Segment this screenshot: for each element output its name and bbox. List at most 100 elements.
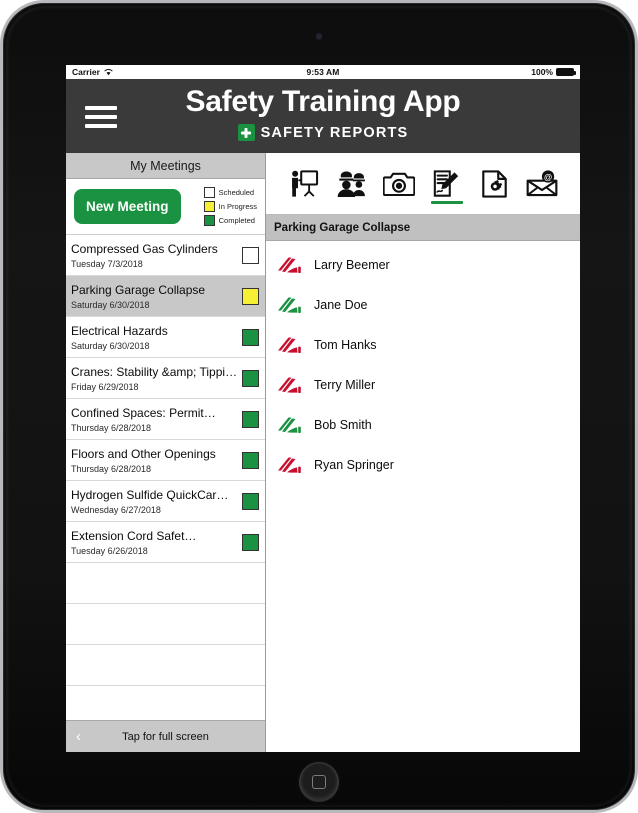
legend-item: Completed xyxy=(203,215,257,226)
battery-full-icon xyxy=(556,68,576,76)
active-tab-underline xyxy=(430,201,463,204)
meeting-date: Saturday 6/30/2018 xyxy=(71,340,150,351)
meeting-row-text: Compressed Gas Cylinders Tuesday 7/3/2018 xyxy=(69,242,238,269)
meeting-title: Hydrogen Sulfide QuickCar… xyxy=(71,487,229,502)
app-header: Safety Training App SAFETY REPORTS xyxy=(66,79,580,153)
meeting-status-badge xyxy=(242,410,259,428)
meeting-date: Thursday 6/28/2018 xyxy=(71,463,152,474)
legend-label: In Progress xyxy=(218,202,257,211)
meeting-status-badge xyxy=(242,451,259,469)
meeting-row-text: Extension Cord Safet… Tuesday 6/26/2018 xyxy=(69,529,238,556)
brand-lockup: SAFETY REPORTS xyxy=(66,124,580,141)
meeting-status-badge xyxy=(242,328,259,346)
home-button-icon[interactable] xyxy=(299,762,339,802)
meeting-date: Tuesday 6/26/2018 xyxy=(71,545,148,556)
content-area: My Meetings New Meeting Scheduled In Prog… xyxy=(66,153,580,752)
signer-name: Jane Doe xyxy=(314,298,368,312)
meeting-date: Tuesday 7/3/2018 xyxy=(71,258,143,269)
hamburger-line xyxy=(85,106,117,110)
brand-name: SAFETY REPORTS xyxy=(260,124,409,141)
meeting-row[interactable]: Compressed Gas Cylinders Tuesday 7/3/2018 xyxy=(66,235,265,276)
meeting-row-empty xyxy=(66,645,265,686)
document-gear-icon[interactable] xyxy=(474,161,514,207)
meeting-date: Thursday 6/28/2018 xyxy=(71,422,152,433)
fullscreen-label: Tap for full screen xyxy=(122,730,209,743)
meeting-row-text: Floors and Other Openings Thursday 6/28/2… xyxy=(69,447,238,474)
signature-mark-icon xyxy=(276,295,302,315)
signature-mark-icon xyxy=(276,375,302,395)
attendees-hardhat-icon[interactable] xyxy=(331,161,371,207)
signature-row[interactable]: Jane Doe xyxy=(266,285,580,325)
app-title: Safety Training App xyxy=(185,85,461,118)
legend-swatch xyxy=(203,187,215,198)
meeting-row[interactable]: Parking Garage Collapse Saturday 6/30/201… xyxy=(66,276,265,317)
status-bar: Carrier 9:53 AM 100% xyxy=(66,65,580,79)
tablet-device-frame: Carrier 9:53 AM 100% Safety Training App xyxy=(0,0,638,813)
meeting-detail-pane: @ Parking Garage Collapse Larry Beemer Ja… xyxy=(266,153,580,752)
tablet-screen: Carrier 9:53 AM 100% Safety Training App xyxy=(66,65,580,752)
meeting-row-text: Electrical Hazards Saturday 6/30/2018 xyxy=(69,324,238,351)
legend-item: In Progress xyxy=(203,201,257,212)
signer-name: Terry Miller xyxy=(314,378,376,392)
signer-name: Ryan Springer xyxy=(314,458,394,472)
legend-swatch xyxy=(203,215,215,226)
fullscreen-toggle-bar[interactable]: ‹ Tap for full screen xyxy=(66,720,265,752)
hamburger-line xyxy=(85,124,117,128)
meeting-row[interactable]: Cranes: Stability &amp; Tippi… Friday 6/2… xyxy=(66,358,265,399)
signer-name: Larry Beemer xyxy=(314,258,390,272)
meeting-row-text: Cranes: Stability &amp; Tippi… Friday 6/2… xyxy=(69,365,238,392)
signature-mark-icon xyxy=(276,415,302,435)
legend-swatch xyxy=(203,201,215,212)
detail-icon-toolbar[interactable]: @ xyxy=(266,153,580,215)
legend-label: Completed xyxy=(218,216,255,225)
meeting-row-text: Hydrogen Sulfide QuickCar… Wednesday 6/27… xyxy=(69,488,238,515)
meeting-list[interactable]: Compressed Gas Cylinders Tuesday 7/3/2018… xyxy=(66,235,265,720)
meetings-sidebar: My Meetings New Meeting Scheduled In Prog… xyxy=(66,153,266,752)
signature-mark-icon xyxy=(276,455,302,475)
signer-name: Bob Smith xyxy=(314,418,372,432)
legend-label: Scheduled xyxy=(218,188,255,197)
signature-row[interactable]: Bob Smith xyxy=(266,405,580,445)
meeting-row-empty xyxy=(66,604,265,645)
meeting-title: Floors and Other Openings xyxy=(71,446,216,461)
meeting-status-badge xyxy=(242,246,259,264)
detail-title: Parking Garage Collapse xyxy=(266,215,580,241)
meeting-title: Electrical Hazards xyxy=(71,323,168,338)
meeting-date: Saturday 6/30/2018 xyxy=(71,299,150,310)
meeting-status-badge xyxy=(242,492,259,510)
meeting-title: Confined Spaces: Permit… xyxy=(71,405,216,420)
meeting-row[interactable]: Extension Cord Safet… Tuesday 6/26/2018 xyxy=(66,522,265,563)
battery-percent-label: 100% xyxy=(531,67,553,77)
camera-icon[interactable] xyxy=(379,161,419,207)
chevron-left-icon: ‹ xyxy=(76,728,81,745)
new-meeting-button[interactable]: New Meeting xyxy=(74,189,181,224)
signature-mark-icon xyxy=(276,255,302,275)
meeting-row[interactable]: Hydrogen Sulfide QuickCar… Wednesday 6/27… xyxy=(66,481,265,522)
meeting-title: Extension Cord Safet… xyxy=(71,528,197,543)
meeting-status-badge xyxy=(242,369,259,387)
meeting-title: Compressed Gas Cylinders xyxy=(71,241,218,256)
signature-mark-icon xyxy=(276,335,302,355)
signature-form-icon[interactable] xyxy=(427,161,467,207)
signature-row[interactable]: Ryan Springer xyxy=(266,445,580,485)
legend-item: Scheduled xyxy=(203,187,257,198)
meeting-row-text: Confined Spaces: Permit… Thursday 6/28/20… xyxy=(69,406,238,433)
signature-row[interactable]: Larry Beemer xyxy=(266,245,580,285)
sidebar-actions: New Meeting Scheduled In Progress Complete… xyxy=(66,179,265,235)
signature-list[interactable]: Larry Beemer Jane Doe Tom Hanks Terry Mille… xyxy=(266,241,580,752)
meeting-status-badge xyxy=(242,287,259,305)
status-legend: Scheduled In Progress Completed xyxy=(203,187,257,226)
meeting-row[interactable]: Floors and Other Openings Thursday 6/28/2… xyxy=(66,440,265,481)
plus-square-logo-icon xyxy=(237,124,255,141)
meeting-row-empty xyxy=(66,686,265,720)
signature-row[interactable]: Tom Hanks xyxy=(266,325,580,365)
meeting-title: Parking Garage Collapse xyxy=(71,282,206,297)
svg-text:@: @ xyxy=(544,172,552,182)
presenter-whiteboard-icon[interactable] xyxy=(284,161,324,207)
signature-row[interactable]: Terry Miller xyxy=(266,365,580,405)
hamburger-menu-icon[interactable] xyxy=(85,106,117,128)
meeting-status-badge xyxy=(242,533,259,551)
meeting-row[interactable]: Confined Spaces: Permit… Thursday 6/28/20… xyxy=(66,399,265,440)
email-envelope-icon[interactable]: @ xyxy=(522,161,562,207)
meeting-row[interactable]: Electrical Hazards Saturday 6/30/2018 xyxy=(66,317,265,358)
